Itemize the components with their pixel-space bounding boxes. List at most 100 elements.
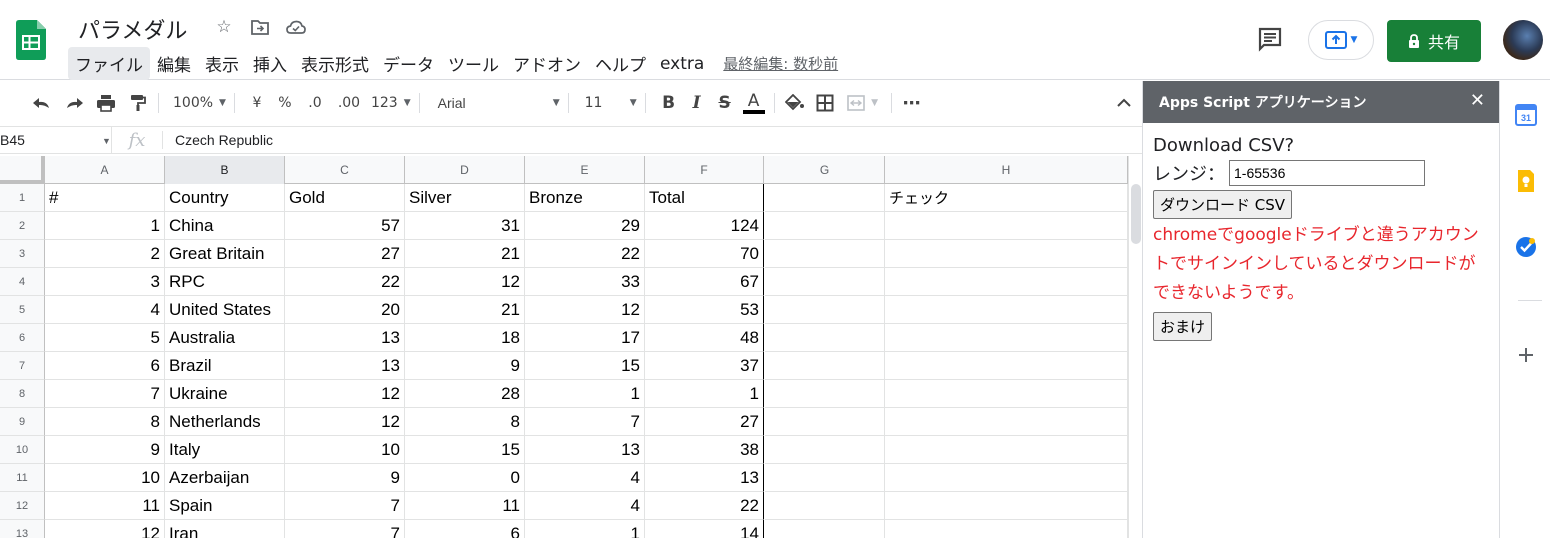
column-header-c[interactable]: C (285, 156, 405, 184)
cell-a12[interactable]: 11 (45, 492, 165, 520)
cell-b7[interactable]: Brazil (165, 352, 285, 380)
paint-format-icon[interactable] (126, 89, 150, 117)
cell-h11[interactable] (885, 464, 1128, 492)
cell-c7[interactable]: 13 (285, 352, 405, 380)
cell-e12[interactable]: 4 (525, 492, 645, 520)
cell-h2[interactable] (885, 212, 1128, 240)
select-all-corner[interactable] (0, 156, 45, 184)
undo-icon[interactable] (30, 89, 54, 117)
share-button[interactable]: 共有 (1387, 20, 1481, 62)
row-header[interactable]: 1 (0, 184, 45, 212)
cell-c4[interactable]: 22 (285, 268, 405, 296)
present-button[interactable]: ▼ (1308, 20, 1374, 60)
currency-format-button[interactable]: ¥ (247, 89, 267, 117)
range-input[interactable] (1229, 160, 1425, 186)
row-header[interactable]: 12 (0, 492, 45, 520)
menu-view[interactable]: 表示 (198, 47, 246, 80)
cell-d13[interactable]: 6 (405, 520, 525, 538)
bonus-button[interactable]: おまけ (1153, 312, 1213, 341)
cell-d10[interactable]: 15 (405, 436, 525, 464)
row-header[interactable]: 5 (0, 296, 45, 324)
row-header[interactable]: 11 (0, 464, 45, 492)
cell-a3[interactable]: 2 (45, 240, 165, 268)
cell-h13[interactable] (885, 520, 1128, 538)
cell-h5[interactable] (885, 296, 1128, 324)
cell-g9[interactable] (765, 408, 885, 436)
cell-f8[interactable]: 1 (645, 380, 764, 408)
column-header-a[interactable]: A (45, 156, 165, 184)
italic-icon[interactable]: I (686, 89, 708, 117)
menu-extra[interactable]: extra (653, 50, 711, 78)
percent-format-button[interactable]: % (275, 89, 295, 117)
cell-h3[interactable] (885, 240, 1128, 268)
cell-a7[interactable]: 6 (45, 352, 165, 380)
menu-edit[interactable]: 編集 (150, 47, 198, 80)
cell-g2[interactable] (765, 212, 885, 240)
column-header-f[interactable]: F (645, 156, 764, 184)
menu-help[interactable]: ヘルプ (588, 47, 653, 80)
cell-c2[interactable]: 57 (285, 212, 405, 240)
cell-a13[interactable]: 12 (45, 520, 165, 538)
last-edit-link[interactable]: 最終編集: 数秒前 (723, 53, 838, 74)
cell-g8[interactable] (765, 380, 885, 408)
cell-d11[interactable]: 0 (405, 464, 525, 492)
cell-d2[interactable]: 31 (405, 212, 525, 240)
star-icon[interactable]: ☆ (212, 15, 236, 39)
column-header-h[interactable]: H (885, 156, 1128, 184)
cell-f12[interactable]: 22 (645, 492, 764, 520)
cell-g3[interactable] (765, 240, 885, 268)
cell-e10[interactable]: 13 (525, 436, 645, 464)
cell-c1[interactable]: Gold (285, 184, 405, 212)
column-header-g[interactable]: G (765, 156, 885, 184)
cell-e8[interactable]: 1 (525, 380, 645, 408)
vertical-scrollbar[interactable] (1128, 156, 1142, 538)
cell-d9[interactable]: 8 (405, 408, 525, 436)
cell-c10[interactable]: 10 (285, 436, 405, 464)
cell-g6[interactable] (765, 324, 885, 352)
cell-a1[interactable]: # (45, 184, 165, 212)
cell-f7[interactable]: 37 (645, 352, 764, 380)
more-formats-select[interactable]: 123 ▼ (371, 89, 411, 117)
menu-insert[interactable]: 挿入 (246, 47, 294, 80)
row-header[interactable]: 9 (0, 408, 45, 436)
cell-e11[interactable]: 4 (525, 464, 645, 492)
add-icon[interactable] (1514, 343, 1538, 367)
column-header-e[interactable]: E (525, 156, 645, 184)
more-icon[interactable]: ⋯ (900, 89, 924, 117)
print-icon[interactable] (94, 89, 118, 117)
cell-b4[interactable]: RPC (165, 268, 285, 296)
strikethrough-icon[interactable]: S (714, 89, 736, 117)
cell-d8[interactable]: 28 (405, 380, 525, 408)
cell-b1[interactable]: Country (165, 184, 285, 212)
row-header[interactable]: 13 (0, 520, 45, 538)
row-header[interactable]: 6 (0, 324, 45, 352)
cell-d5[interactable]: 21 (405, 296, 525, 324)
cell-f9[interactable]: 27 (645, 408, 764, 436)
cell-e3[interactable]: 22 (525, 240, 645, 268)
cell-e6[interactable]: 17 (525, 324, 645, 352)
cell-a10[interactable]: 9 (45, 436, 165, 464)
cell-a6[interactable]: 5 (45, 324, 165, 352)
menu-data[interactable]: データ (376, 47, 441, 80)
cell-g11[interactable] (765, 464, 885, 492)
cell-e9[interactable]: 7 (525, 408, 645, 436)
row-header[interactable]: 10 (0, 436, 45, 464)
cloud-saved-icon[interactable] (284, 15, 308, 39)
cell-f11[interactable]: 13 (645, 464, 764, 492)
bold-icon[interactable]: B (658, 89, 680, 117)
row-header[interactable]: 8 (0, 380, 45, 408)
cell-b6[interactable]: Australia (165, 324, 285, 352)
cell-e1[interactable]: Bronze (525, 184, 645, 212)
text-color-icon[interactable]: A (742, 89, 766, 117)
zoom-select[interactable]: 100% ▼ (173, 89, 226, 117)
cell-g7[interactable] (765, 352, 885, 380)
formula-input[interactable]: Czech Republic (175, 132, 273, 148)
avatar[interactable] (1503, 20, 1543, 60)
row-header[interactable]: 3 (0, 240, 45, 268)
cell-c13[interactable]: 7 (285, 520, 405, 538)
cell-f1[interactable]: Total (645, 184, 764, 212)
cell-f10[interactable]: 38 (645, 436, 764, 464)
cell-d6[interactable]: 18 (405, 324, 525, 352)
cell-h12[interactable] (885, 492, 1128, 520)
cell-c6[interactable]: 13 (285, 324, 405, 352)
